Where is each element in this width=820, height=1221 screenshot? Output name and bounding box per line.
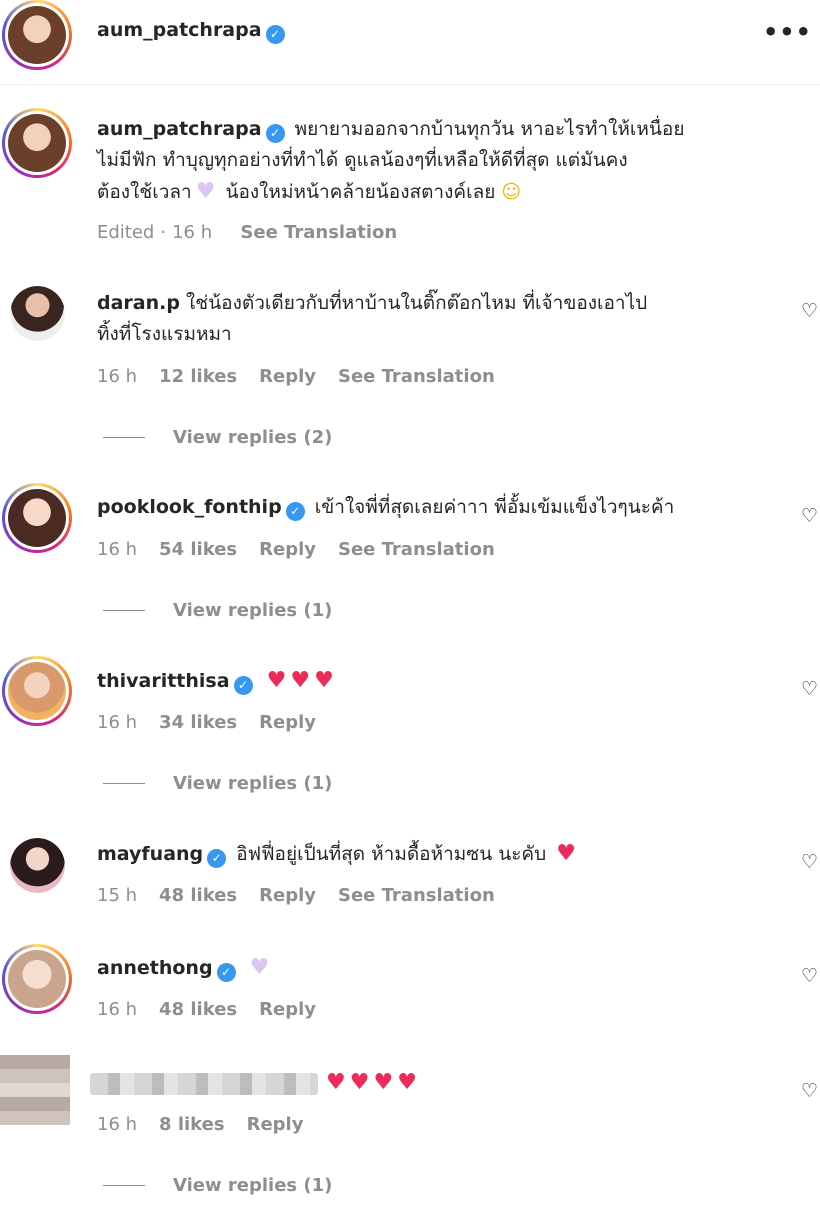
view-replies-button[interactable]: View replies (1) xyxy=(103,773,332,794)
heart-emoji-icon: ♥ xyxy=(349,1070,370,1095)
likes-count[interactable]: 34 likes xyxy=(159,712,237,733)
reply-button[interactable]: Reply xyxy=(259,999,316,1020)
see-translation-link[interactable]: See Translation xyxy=(338,885,495,906)
likes-count[interactable]: 8 likes xyxy=(159,1114,225,1135)
comment-text: mayfuang ✓ อิฟฟี่อยู่เป็นที่สุด ห้ามดื้อห… xyxy=(97,841,576,868)
comment-meta: 16 h 48 likes Reply xyxy=(97,999,316,1020)
likes-count[interactable]: 48 likes xyxy=(159,999,237,1020)
comment-text: thivaritthisa ✓ ♥ ♥ ♥ xyxy=(97,665,787,697)
comment-meta: 16 h 12 likes Reply See Translation xyxy=(97,366,495,387)
verified-icon: ✓ xyxy=(285,502,305,521)
caption-username[interactable]: aum_patchrapa xyxy=(97,118,262,140)
heart-emoji-icon: ♥ xyxy=(314,668,334,693)
heart-emoji-icon: ♥ xyxy=(266,668,287,693)
smiling-face-icon: ☺ xyxy=(501,181,522,203)
reply-button[interactable]: Reply xyxy=(259,539,316,560)
verified-icon: ✓ xyxy=(207,849,227,868)
avatar[interactable] xyxy=(2,944,72,1014)
view-replies-button[interactable]: View replies (1) xyxy=(103,600,332,621)
like-heart-icon[interactable]: ♡ xyxy=(801,1080,818,1102)
comment-username[interactable]: thivaritthisa xyxy=(97,670,230,692)
see-translation-link[interactable]: See Translation xyxy=(338,366,495,387)
heart-emoji-icon: ♥ xyxy=(397,1070,417,1095)
likes-count[interactable]: 54 likes xyxy=(159,539,237,560)
avatar[interactable] xyxy=(0,1055,70,1125)
caption-text: aum_patchrapa ✓ พยายามออกจากบ้านทุกวัน หา… xyxy=(97,118,685,204)
comment-username[interactable]: pooklook_fonthip xyxy=(97,496,282,518)
header-divider xyxy=(0,84,820,85)
comment-text: ♥ ♥ ♥ ♥ xyxy=(90,1067,780,1099)
like-heart-icon[interactable]: ♡ xyxy=(801,678,818,700)
verified-icon: ✓ xyxy=(233,676,253,695)
verified-icon: ✓ xyxy=(265,124,285,143)
likes-count[interactable]: 12 likes xyxy=(159,366,237,387)
like-heart-icon[interactable]: ♡ xyxy=(801,851,818,873)
view-replies-button[interactable]: View replies (1) xyxy=(103,1175,332,1196)
heart-emoji-icon: ♥ xyxy=(556,841,576,866)
more-horizontal-icon[interactable]: ••• xyxy=(763,18,812,46)
comment-meta: 16 h8 likes Reply xyxy=(97,1114,304,1135)
like-heart-icon[interactable]: ♡ xyxy=(801,505,818,527)
heart-emoji-icon: ♥ xyxy=(373,1070,394,1095)
comment-meta: 15 h 48 likes Reply See Translation xyxy=(97,885,495,906)
avatar[interactable] xyxy=(2,656,72,726)
caption-meta: Edited · 16 h See Translation xyxy=(97,222,398,243)
comment-username[interactable]: daran.p xyxy=(97,292,180,314)
avatar[interactable] xyxy=(2,483,72,553)
header-username[interactable]: aum_patchrapa ✓ xyxy=(97,19,289,44)
comment-meta: 16 h 34 likes Reply xyxy=(97,712,316,733)
likes-count[interactable]: 48 likes xyxy=(159,885,237,906)
comment-text: pooklook_fonthip ✓ เข้าใจพี่ที่สุดเลยค่าา… xyxy=(97,492,787,523)
verified-icon: ✓ xyxy=(216,963,236,982)
heart-emoji-icon: ♥ xyxy=(326,1070,346,1095)
header-avatar[interactable] xyxy=(2,0,72,70)
comment-text: annethong ✓ ♥ xyxy=(97,952,787,984)
comment-meta: 16 h 54 likes Reply See Translation xyxy=(97,539,495,560)
avatar[interactable] xyxy=(10,286,65,341)
avatar[interactable] xyxy=(10,838,65,893)
lavender-heart-icon: ♥ xyxy=(249,955,270,980)
see-translation-link[interactable]: See Translation xyxy=(240,222,397,243)
verified-icon: ✓ xyxy=(265,24,285,44)
reply-button[interactable]: Reply xyxy=(247,1114,304,1135)
lavender-heart-icon: ♥ xyxy=(195,179,216,204)
see-translation-link[interactable]: See Translation xyxy=(338,539,495,560)
reply-button[interactable]: Reply xyxy=(259,885,316,906)
caption-avatar[interactable] xyxy=(2,108,72,178)
reply-button[interactable]: Reply xyxy=(259,712,316,733)
comment-text: daran.p ใช่น้องตัวเดียวกับที่หาบ้านในติ๊… xyxy=(97,292,648,345)
like-heart-icon[interactable]: ♡ xyxy=(801,300,818,322)
comment-username[interactable]: annethong xyxy=(97,957,213,979)
comment-username[interactable]: mayfuang xyxy=(97,843,203,865)
like-heart-icon[interactable]: ♡ xyxy=(801,965,818,987)
view-replies-button[interactable]: View replies (2) xyxy=(103,427,332,448)
heart-emoji-icon: ♥ xyxy=(290,668,311,693)
blurred-username[interactable] xyxy=(90,1072,318,1095)
reply-button[interactable]: Reply xyxy=(259,366,316,387)
